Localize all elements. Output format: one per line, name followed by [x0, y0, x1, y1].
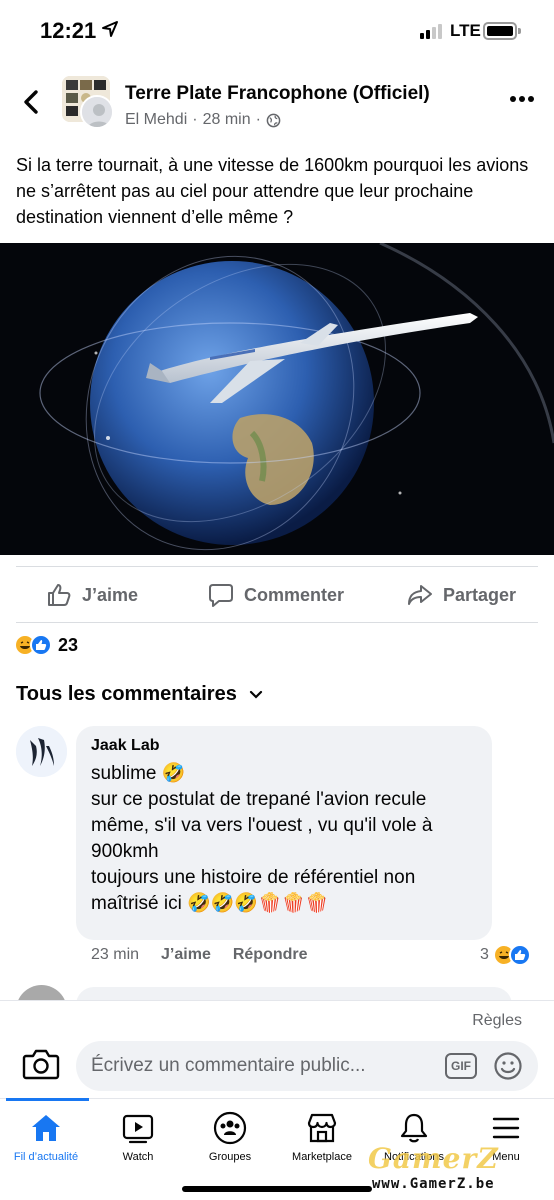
watch-icon — [122, 1114, 154, 1144]
back-arrow-icon[interactable] — [16, 86, 48, 118]
status-time: 12:21 — [40, 18, 97, 43]
battery-icon — [483, 22, 517, 40]
post-time[interactable]: 28 min — [203, 111, 251, 129]
reaction-summary[interactable]: 23 — [14, 634, 78, 656]
airplane-over-earth-image — [0, 243, 554, 555]
author-avatar[interactable] — [80, 95, 114, 129]
rules-link[interactable]: Règles — [472, 1012, 522, 1030]
thumbs-up-icon — [48, 584, 71, 606]
comment-like-button[interactable]: J’aime — [161, 946, 211, 964]
post-text: Si la terre tournait, à une vitesse de 1… — [16, 155, 529, 227]
comment-text-line: même, s'il va vers l'ouest , vu qu'il vo… — [91, 815, 433, 836]
network-label: LTE — [450, 21, 481, 40]
location-arrow-icon — [102, 21, 118, 37]
home-icon — [32, 1115, 60, 1141]
comment-text-line: sur ce postulat de trepané l'avion recul… — [91, 789, 427, 810]
signal-icon — [420, 24, 442, 39]
comment-composer: Règles Écrivez un commentaire public... … — [0, 1000, 554, 1098]
comment-text-line: maîtrisé ici 🤣🤣🤣🍿🍿🍿 — [91, 893, 330, 914]
like-reaction-icon — [508, 944, 531, 966]
tab-watch[interactable]: Watch — [92, 1111, 184, 1163]
comment-actions: 23 min J’aime Répondre — [91, 946, 308, 964]
comment-reply-button[interactable]: Répondre — [233, 946, 308, 964]
tab-marketplace[interactable]: Marketplace — [276, 1111, 368, 1163]
home-indicator — [182, 1186, 372, 1192]
camera-icon[interactable] — [22, 1047, 60, 1081]
comment-text-line: sublime 🤣 — [91, 763, 186, 784]
author-name[interactable]: El Mehdi — [125, 111, 187, 129]
tab-home[interactable]: Fil d’actualité — [0, 1111, 92, 1163]
comment-reaction-count: 3 — [480, 946, 489, 963]
group-name[interactable]: Terre Plate Francophone (Officiel) — [125, 83, 430, 105]
comment-reactions[interactable]: 3 — [480, 944, 531, 966]
status-bar: 12:21 LTE — [0, 0, 554, 62]
comment-time[interactable]: 23 min — [91, 946, 139, 964]
comment-button[interactable]: Commenter — [208, 578, 344, 612]
comment-icon — [209, 584, 233, 607]
share-button[interactable]: Partager — [407, 578, 516, 612]
watermark-url: www.GamerZ.be — [372, 1176, 495, 1192]
share-icon — [408, 585, 432, 605]
groups-icon — [213, 1111, 247, 1145]
comment-text-line: toujours une histoire de référentiel non — [91, 867, 416, 888]
like-reaction-icon — [30, 634, 52, 656]
chevron-down-icon — [249, 690, 262, 699]
marketplace-icon — [307, 1113, 337, 1143]
watermark-logo: GamerZ — [368, 1142, 499, 1175]
more-options-icon[interactable] — [510, 96, 536, 106]
comments-filter-dropdown[interactable]: Tous les commentaires — [16, 683, 263, 706]
watermark: GamerZ www.GamerZ.be — [360, 1140, 550, 1196]
globe-icon — [266, 113, 281, 127]
reaction-count: 23 — [58, 634, 79, 655]
emoji-icon[interactable] — [493, 1051, 523, 1081]
comment-bubble: Jaak Lab sublime 🤣 sur ce postulat de tr… — [76, 726, 492, 940]
post-image[interactable] — [0, 243, 554, 555]
tab-groups[interactable]: Groupes — [184, 1111, 276, 1163]
commenter-avatar[interactable] — [16, 726, 67, 777]
post-meta: El Mehdi · 28 min · — [125, 111, 281, 129]
gif-button[interactable]: GIF — [445, 1053, 477, 1079]
commenter-name[interactable]: Jaak Lab — [91, 737, 477, 755]
comment-text-line: 900kmh — [91, 841, 159, 862]
like-button[interactable]: J’aime — [46, 578, 138, 612]
